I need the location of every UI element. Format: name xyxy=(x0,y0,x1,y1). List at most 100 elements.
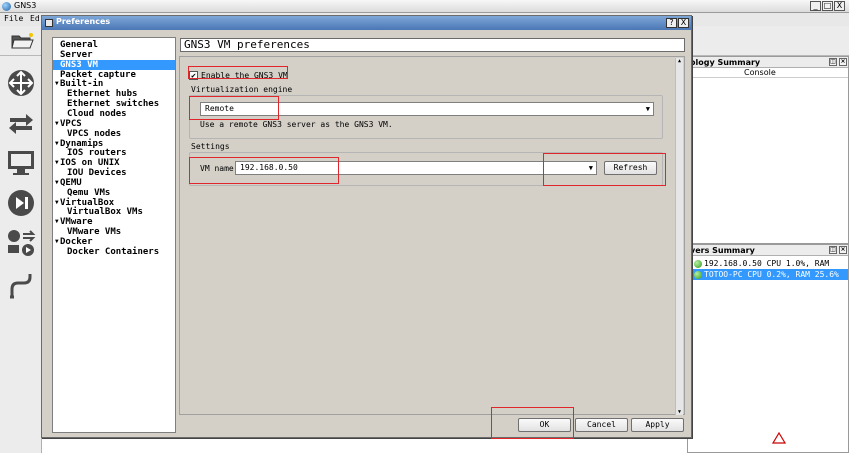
server-row[interactable]: 192.168.0.50 CPU 1.0%, RAM 13.0% xyxy=(688,258,848,279)
tree-item[interactable]: Docker Containers xyxy=(53,247,175,257)
apply-button[interactable]: Apply xyxy=(631,418,684,432)
tree-item-label: Docker xyxy=(60,237,93,247)
maximize-button[interactable]: □ xyxy=(822,1,833,11)
server-status-icon xyxy=(694,260,702,268)
tree-item[interactable]: Ethernet hubs xyxy=(53,89,175,99)
tree-item[interactable]: ▼ IOS on UNIX xyxy=(53,158,175,168)
tree-item[interactable]: VPCS nodes xyxy=(53,129,175,139)
minimize-button[interactable]: _ xyxy=(810,1,821,11)
tree-item[interactable]: ▼ Dynamips xyxy=(53,139,175,149)
expand-arrow-icon[interactable]: ▼ xyxy=(55,237,59,247)
tree-item[interactable]: Server xyxy=(53,50,175,60)
scroll-down-icon[interactable]: ▼ xyxy=(676,409,683,415)
scroll-up-icon[interactable]: ▲ xyxy=(676,58,683,64)
virtualization-engine-select[interactable]: Remote ▼ xyxy=(200,102,654,116)
settings-group: VM name: 192.168.0.50 ▼ Refresh xyxy=(189,152,663,186)
page-title: GNS3 VM preferences xyxy=(180,38,685,52)
server-status-icon xyxy=(694,271,702,279)
tree-item[interactable]: ▼ Built-in xyxy=(53,79,175,89)
servers-summary-panel: vers Summary ◫ × 192.168.0.50 CPU 1.0%, … xyxy=(687,244,849,453)
gns3-app-icon xyxy=(2,2,11,11)
tree-item[interactable]: GNS3 VM xyxy=(53,59,175,70)
enable-gns3-vm-checkbox[interactable]: ✔ Enable the GNS3 VM xyxy=(189,69,288,81)
expand-arrow-icon[interactable]: ▼ xyxy=(55,79,59,89)
expand-arrow-icon[interactable]: ▼ xyxy=(55,119,59,129)
tree-item-label: IOS on UNIX xyxy=(60,158,120,169)
float-icon[interactable]: ◫ xyxy=(829,58,837,66)
engine-hint: Use a remote GNS3 server as the GNS3 VM. xyxy=(200,120,393,129)
security-devices-icon[interactable] xyxy=(6,188,36,218)
preferences-tree[interactable]: General Server GNS3 VM Packet capture ▼ Built… xyxy=(52,37,176,433)
tree-item-label: VPCS nodes xyxy=(67,128,122,139)
preferences-page: ✔ Enable the GNS3 VM Virtualization engi… xyxy=(179,56,685,415)
app-close-button[interactable]: X xyxy=(834,1,845,11)
tree-item[interactable]: VirtualBox VMs xyxy=(53,207,175,217)
expand-arrow-icon[interactable]: ▼ xyxy=(55,217,59,227)
tree-item[interactable]: ▼ QEMU xyxy=(53,178,175,188)
chevron-down-icon: ▼ xyxy=(588,164,593,172)
tree-item[interactable]: VMware VMs xyxy=(53,227,175,237)
tree-item-label: IOS routers xyxy=(67,148,127,159)
tree-item-label: Built-in xyxy=(60,79,104,90)
refresh-button[interactable]: Refresh xyxy=(604,161,657,175)
float-icon[interactable]: ◫ xyxy=(829,246,837,254)
expand-arrow-icon[interactable]: ▼ xyxy=(55,139,59,149)
enable-vm-check-mark[interactable]: ✔ xyxy=(189,70,198,80)
dialog-titlebar: Preferences ? X xyxy=(42,16,691,30)
tree-item[interactable]: Cloud nodes xyxy=(53,109,175,119)
vm-name-select[interactable]: 192.168.0.50 ▼ xyxy=(235,161,597,175)
tree-item-label: VMware xyxy=(60,217,93,228)
panel-close-icon[interactable]: × xyxy=(839,58,847,66)
tree-item-label: Dynamips xyxy=(60,138,104,149)
tree-item[interactable]: ▼ Docker xyxy=(53,237,175,247)
all-devices-icon[interactable] xyxy=(6,228,36,258)
end-devices-icon[interactable] xyxy=(6,148,36,178)
help-button[interactable]: ? xyxy=(666,18,677,28)
enable-vm-label: Enable the GNS3 VM xyxy=(201,70,288,80)
vm-name-label: VM name: xyxy=(200,164,239,173)
app-titlebar: GNS3 _ □ X xyxy=(0,0,849,13)
topology-summary-header: ology Summary ◫ × xyxy=(688,57,848,68)
tree-item[interactable]: Qemu VMs xyxy=(53,188,175,198)
topology-columns: Console xyxy=(688,68,848,78)
dialog-icon xyxy=(45,19,53,27)
tree-item[interactable]: ▼ VPCS xyxy=(53,119,175,129)
tree-item[interactable]: Ethernet switches xyxy=(53,99,175,109)
add-link-icon[interactable] xyxy=(6,271,36,301)
expand-arrow-icon[interactable]: ▼ xyxy=(55,178,59,188)
tree-item-label: Cloud nodes xyxy=(67,108,127,119)
switches-icon[interactable] xyxy=(6,108,36,138)
expand-arrow-icon[interactable]: ▼ xyxy=(55,198,59,208)
menu-file[interactable]: File xyxy=(4,14,23,23)
panel-close-icon[interactable]: × xyxy=(839,246,847,254)
ok-button[interactable]: OK xyxy=(518,418,571,432)
servers-summary-title: vers Summary xyxy=(690,246,755,255)
routers-icon[interactable] xyxy=(6,68,36,98)
tree-item[interactable]: IOS routers xyxy=(53,148,175,158)
tree-item-label: VPCS xyxy=(60,118,82,129)
menu-edit[interactable]: Ed xyxy=(30,14,40,23)
tree-item[interactable]: IOU Devices xyxy=(53,168,175,178)
tree-item-label: Docker Containers xyxy=(67,246,160,257)
tree-item[interactable]: ▼ VMware xyxy=(53,217,175,227)
tree-item-label: VMware VMs xyxy=(67,227,122,238)
preferences-dialog: Preferences ? X General Server GNS3 VM Pack… xyxy=(41,15,692,438)
tree-item-label: Qemu VMs xyxy=(67,187,111,198)
server-row[interactable]: TOTOO-PC CPU 0.2%, RAM 25.6% xyxy=(688,269,848,280)
servers-summary-header: vers Summary ◫ × xyxy=(688,245,848,256)
page-scrollbar[interactable]: ▲ ▼ xyxy=(675,58,683,415)
app-title: GNS3 xyxy=(14,1,37,10)
chevron-down-icon: ▼ xyxy=(645,105,650,113)
open-folder-icon[interactable] xyxy=(10,30,34,50)
settings-label: Settings xyxy=(191,142,230,151)
expand-arrow-icon[interactable]: ▼ xyxy=(55,158,59,168)
tree-item-label: IOU Devices xyxy=(67,168,127,179)
dialog-close-button[interactable]: X xyxy=(678,18,689,28)
virtualization-engine-group: Remote ▼ Use a remote GNS3 server as the… xyxy=(189,95,663,139)
topology-summary-panel: ology Summary ◫ × Console xyxy=(687,56,849,244)
cancel-button[interactable]: Cancel xyxy=(575,418,628,432)
tree-item-label: Server xyxy=(60,49,93,60)
device-dock xyxy=(0,56,42,453)
topology-summary-title: ology Summary xyxy=(690,58,761,67)
tree-item[interactable]: General xyxy=(53,40,175,50)
